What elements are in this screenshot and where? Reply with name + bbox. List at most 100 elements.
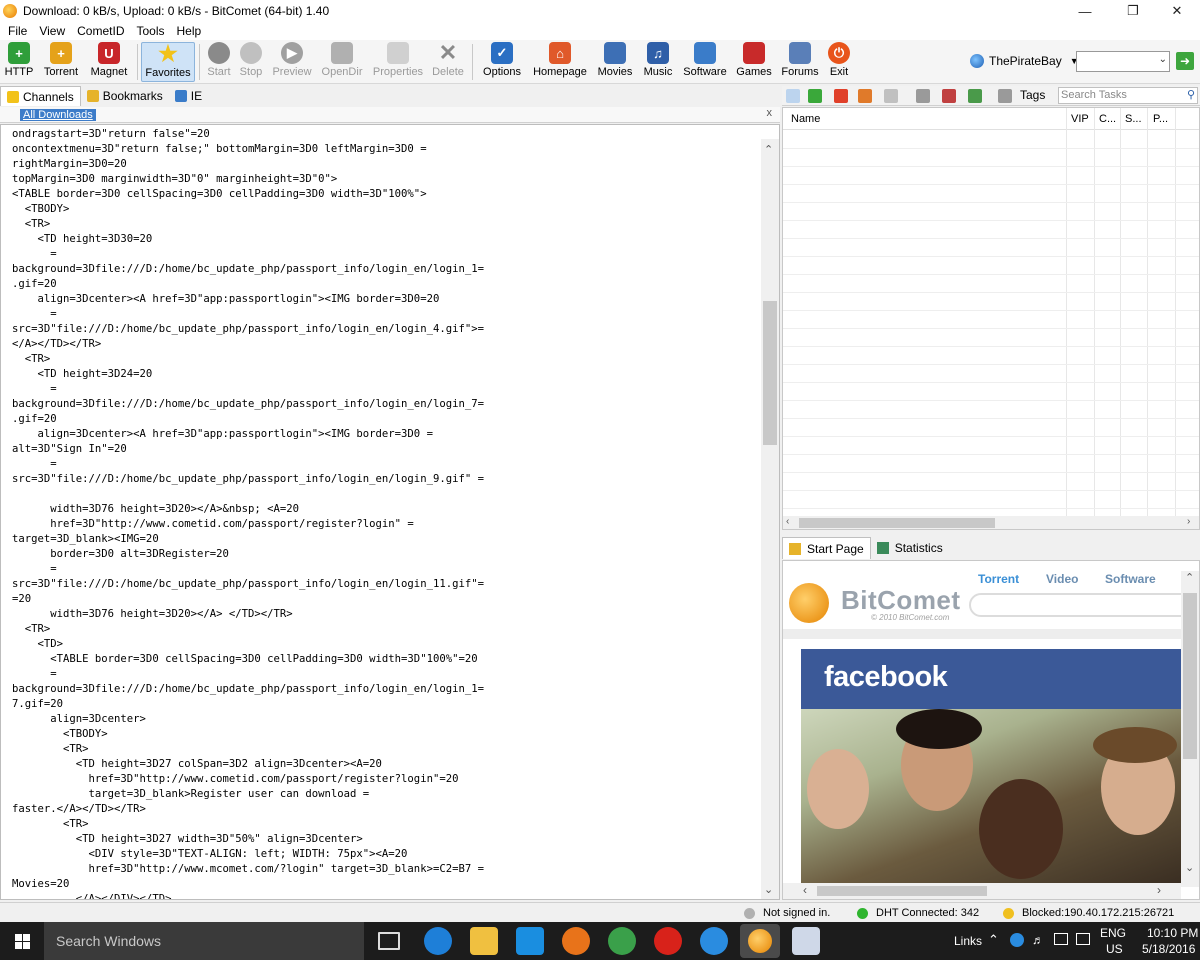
scroll-thumb[interactable] <box>763 301 777 445</box>
column-name[interactable]: Name <box>791 113 820 125</box>
menu-view[interactable]: View <box>33 24 71 38</box>
archive-icon[interactable] <box>884 89 898 103</box>
bitcomet-taskbar-button[interactable] <box>740 924 780 958</box>
task-view-icon[interactable] <box>378 932 400 950</box>
tab-statistics[interactable]: Statistics <box>871 537 949 559</box>
links-toolbar[interactable]: Links <box>954 934 982 948</box>
scroll-left-icon[interactable]: ‹ <box>803 883 807 897</box>
tab-ie[interactable]: IE <box>169 86 208 106</box>
chevron-up-icon[interactable]: ⌃ <box>988 932 999 948</box>
go-arrow-icon[interactable]: ➜ <box>1176 52 1194 70</box>
language-code[interactable]: ENG <box>1100 926 1126 940</box>
window-title: Download: 0 kB/s, Upload: 0 kB/s - BitCo… <box>23 4 330 18</box>
nav-video[interactable]: Video <box>1046 572 1078 586</box>
scroll-left-icon[interactable]: ‹ <box>786 516 789 527</box>
column-p[interactable]: P... <box>1153 113 1168 125</box>
checkmark-icon[interactable] <box>834 89 848 103</box>
chevron-down-icon[interactable]: ⌄ <box>1159 54 1167 65</box>
scroll-thumb[interactable] <box>799 518 995 528</box>
tab-start-page[interactable]: Start Page <box>782 537 871 559</box>
delete-button[interactable]: ✕ Delete <box>430 40 466 82</box>
volume-icon[interactable]: ♬ <box>1032 933 1044 947</box>
nav-torrent[interactable]: Torrent <box>978 572 1019 586</box>
horizontal-scrollbar[interactable]: ‹ › <box>783 883 1181 899</box>
search-icon[interactable]: ⚲ <box>1187 88 1195 103</box>
photos-icon[interactable] <box>792 927 820 955</box>
forums-button[interactable]: Forums <box>780 42 820 82</box>
chrome-icon[interactable] <box>608 927 636 955</box>
tracker-selector[interactable]: ThePirateBay ▼ <box>970 54 1079 68</box>
task-list[interactable]: Name VIP C... S... P... ‹ › <box>782 107 1200 530</box>
store-icon[interactable] <box>516 927 544 955</box>
export-icon[interactable] <box>968 89 982 103</box>
column-c[interactable]: C... <box>1099 113 1116 125</box>
magnet-button[interactable]: U Magnet <box>87 42 131 82</box>
opera-icon[interactable] <box>654 927 682 955</box>
vertical-scrollbar[interactable]: ⌃ ⌄ <box>761 139 779 899</box>
scroll-down-icon[interactable]: ⌄ <box>764 883 773 896</box>
scroll-right-icon[interactable]: › <box>1187 516 1190 527</box>
start-button[interactable]: Start <box>204 42 234 82</box>
movies-button[interactable]: Movies <box>595 42 635 82</box>
facebook-logo: facebook <box>824 661 948 693</box>
firefox-icon[interactable] <box>562 927 590 955</box>
import-icon[interactable] <box>942 89 956 103</box>
preview-button[interactable]: ▶ Preview <box>270 42 314 82</box>
close-icon[interactable]: x <box>767 107 773 119</box>
timer-icon[interactable] <box>916 89 930 103</box>
scroll-up-icon[interactable]: ⌃ <box>1185 571 1194 584</box>
horizontal-scrollbar[interactable]: ‹ › <box>783 516 1199 529</box>
tab-bookmarks[interactable]: Bookmarks <box>81 86 169 106</box>
network-icon[interactable] <box>1054 933 1068 945</box>
opendir-button[interactable]: OpenDir <box>319 42 365 82</box>
tab-channels[interactable]: Channels <box>0 86 81 106</box>
start-page-search-input[interactable] <box>969 593 1199 617</box>
notifications-icon[interactable] <box>1076 933 1090 945</box>
file-explorer-icon[interactable] <box>470 927 498 955</box>
start-button[interactable] <box>0 922 44 960</box>
taskbar-search-input[interactable]: Search Windows <box>44 922 364 960</box>
download-icon[interactable] <box>808 89 822 103</box>
menu-file[interactable]: File <box>2 24 33 38</box>
tray-app-icon[interactable] <box>1010 933 1024 947</box>
properties-button[interactable]: Properties <box>371 42 425 82</box>
http-button[interactable]: + HTTP <box>3 42 35 82</box>
upload-icon[interactable] <box>858 89 872 103</box>
homepage-button[interactable]: ⌂ Homepage <box>530 42 590 82</box>
stop-button[interactable]: Stop <box>237 42 265 82</box>
all-downloads-link[interactable]: All Downloads <box>20 108 96 121</box>
tags-label[interactable]: Tags <box>1020 88 1045 102</box>
menu-tools[interactable]: Tools <box>130 24 170 38</box>
scroll-up-icon[interactable]: ⌃ <box>764 143 773 156</box>
games-button[interactable]: Games <box>735 42 773 82</box>
software-label: Software <box>683 66 727 78</box>
scroll-thumb[interactable] <box>817 886 987 896</box>
options-button[interactable]: ✓ Options <box>480 42 524 82</box>
nav-software[interactable]: Software <box>1105 572 1156 586</box>
music-button[interactable]: ♫ Music <box>641 42 675 82</box>
vertical-scrollbar[interactable]: ⌃ ⌄ <box>1181 571 1199 887</box>
facebook-ad[interactable]: facebook <box>801 649 1181 883</box>
column-vip[interactable]: VIP <box>1071 113 1089 125</box>
minimize-icon[interactable]: — <box>1062 0 1108 22</box>
clock-time[interactable]: 10:10 PM <box>1147 926 1198 940</box>
menu-help[interactable]: Help <box>171 24 208 38</box>
column-s[interactable]: S... <box>1125 113 1142 125</box>
scroll-thumb[interactable] <box>1183 593 1197 759</box>
edge-icon[interactable] <box>424 927 452 955</box>
torrent-button[interactable]: + Torrent <box>40 42 82 82</box>
task-select-icon[interactable] <box>786 89 800 103</box>
exit-button[interactable]: ⏻ Exit <box>826 42 852 82</box>
favorites-button[interactable]: ★ Favorites <box>141 41 195 82</box>
software-button[interactable]: Software <box>682 42 728 82</box>
scroll-right-icon[interactable]: › <box>1157 883 1161 897</box>
search-tasks-input[interactable]: Search Tasks ⚲ <box>1058 87 1198 104</box>
menu-cometid[interactable]: CometID <box>71 24 130 38</box>
ccleaner-icon[interactable] <box>700 927 728 955</box>
close-icon[interactable]: ✕ <box>1154 0 1200 22</box>
scroll-down-icon[interactable]: ⌄ <box>1185 861 1194 874</box>
signin-status[interactable]: Not signed in. <box>744 907 830 919</box>
restore-icon[interactable]: ❐ <box>1110 0 1156 22</box>
tracker-search-input[interactable]: ⌄ <box>1076 51 1170 72</box>
tags-icon[interactable] <box>998 89 1012 103</box>
